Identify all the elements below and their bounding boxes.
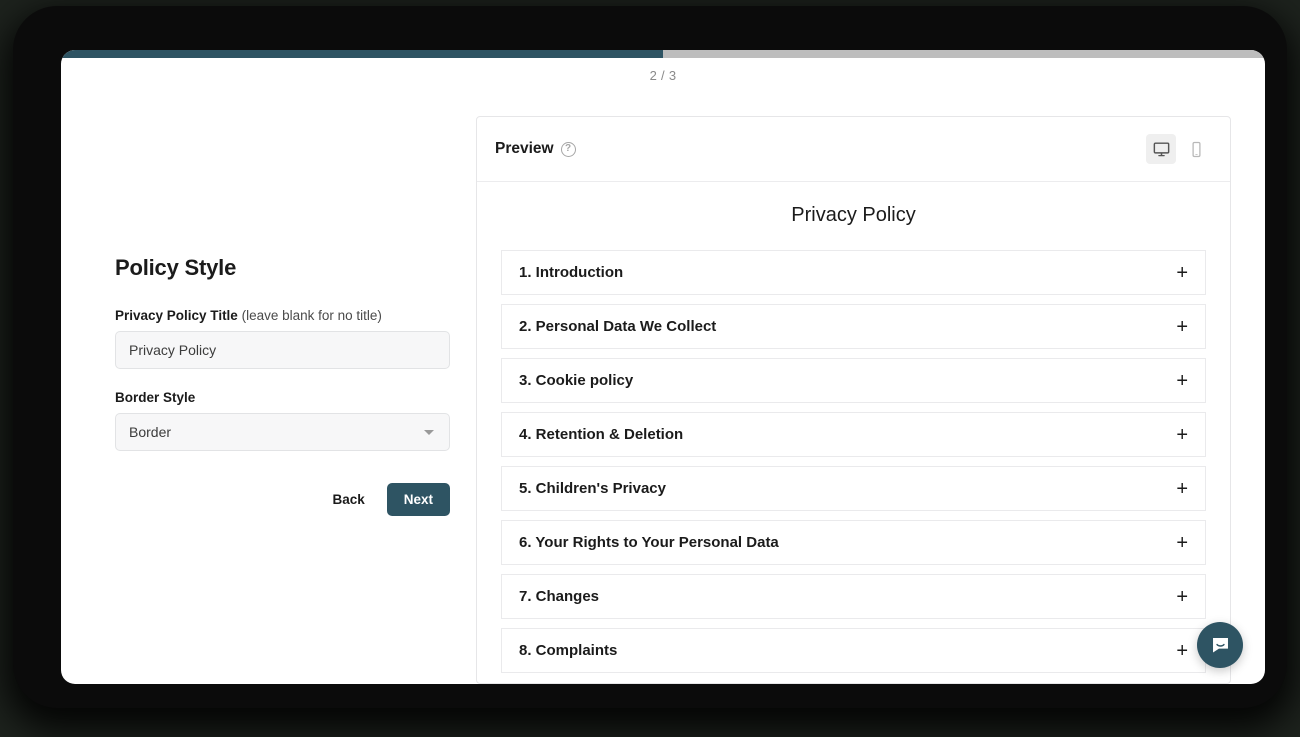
- policy-section-item[interactable]: 3. Cookie policy +: [501, 358, 1206, 403]
- preview-card: Preview ? Privacy Policy 1. Introduction…: [476, 116, 1231, 684]
- monitor-icon: [1153, 141, 1169, 156]
- preview-label: Preview: [495, 140, 554, 157]
- policy-title-input[interactable]: [115, 331, 450, 369]
- policy-section-title: 4. Retention & Deletion: [519, 426, 684, 443]
- policy-section-item[interactable]: 7. Changes +: [501, 574, 1206, 619]
- policy-title-label: Privacy Policy Title (leave blank for no…: [115, 308, 455, 323]
- help-icon[interactable]: ?: [560, 141, 576, 157]
- policy-section-item[interactable]: 1. Introduction +: [501, 250, 1206, 295]
- chat-launcher-button[interactable]: [1197, 622, 1243, 668]
- expand-plus-icon: +: [1176, 585, 1188, 608]
- phone-icon: [1191, 141, 1201, 157]
- policy-section-item[interactable]: 8. Complaints +: [501, 628, 1206, 673]
- preview-title-group: Preview ?: [495, 140, 576, 158]
- chevron-down-icon: [424, 429, 434, 435]
- expand-plus-icon: +: [1176, 369, 1188, 392]
- expand-plus-icon: +: [1176, 639, 1188, 662]
- border-style-selected-value: Border: [129, 424, 172, 440]
- border-style-select[interactable]: Border: [115, 413, 450, 451]
- desktop-view-button[interactable]: [1146, 134, 1176, 164]
- policy-section-item[interactable]: 2. Personal Data We Collect +: [501, 304, 1206, 349]
- wizard-progress-track: [61, 50, 1265, 58]
- page-title: Policy Style: [115, 255, 237, 280]
- device-bezel: 2 / 3 Policy Style Privacy Policy Title …: [13, 6, 1287, 708]
- expand-plus-icon: +: [1176, 531, 1188, 554]
- policy-section-item[interactable]: 6. Your Rights to Your Personal Data +: [501, 520, 1206, 565]
- policy-section-title: 8. Complaints: [519, 642, 618, 659]
- policy-section-title: 5. Children's Privacy: [519, 480, 666, 497]
- policy-section-title: 7. Changes: [519, 588, 600, 605]
- policy-section-item[interactable]: 5. Children's Privacy +: [501, 466, 1206, 511]
- back-button[interactable]: Back: [328, 486, 368, 513]
- preview-body: Privacy Policy 1. Introduction +2. Person…: [477, 182, 1230, 683]
- next-button[interactable]: Next: [386, 483, 450, 516]
- policy-section-title: 6. Your Rights to Your Personal Data: [519, 534, 779, 551]
- policy-section-title: 1. Introduction: [519, 264, 624, 281]
- wizard-progress-fill: [61, 50, 663, 58]
- expand-plus-icon: +: [1176, 477, 1188, 500]
- policy-section-list: 1. Introduction +2. Personal Data We Coll…: [501, 250, 1206, 673]
- policy-title-label-text: Privacy Policy Title: [115, 308, 238, 323]
- border-style-label: Border Style: [115, 390, 196, 405]
- expand-plus-icon: +: [1176, 315, 1188, 338]
- expand-plus-icon: +: [1176, 261, 1188, 284]
- preview-policy-title: Privacy Policy: [791, 204, 916, 226]
- device-toggle: [1146, 134, 1211, 164]
- preview-header: Preview ?: [477, 117, 1230, 182]
- chat-bubble-icon: [1212, 637, 1228, 652]
- policy-section-title: 3. Cookie policy: [519, 372, 634, 389]
- app-screen: 2 / 3 Policy Style Privacy Policy Title …: [61, 50, 1265, 684]
- step-indicator: 2 / 3: [649, 68, 677, 83]
- mobile-view-button[interactable]: [1181, 134, 1211, 164]
- policy-section-title: 2. Personal Data We Collect: [519, 318, 717, 335]
- form-actions: Back Next: [115, 483, 450, 516]
- expand-plus-icon: +: [1176, 423, 1188, 446]
- policy-title-hint: (leave blank for no title): [241, 308, 382, 323]
- policy-section-item[interactable]: 4. Retention & Deletion +: [501, 412, 1206, 457]
- policy-style-form: Policy Style Privacy Policy Title (leave…: [115, 255, 455, 516]
